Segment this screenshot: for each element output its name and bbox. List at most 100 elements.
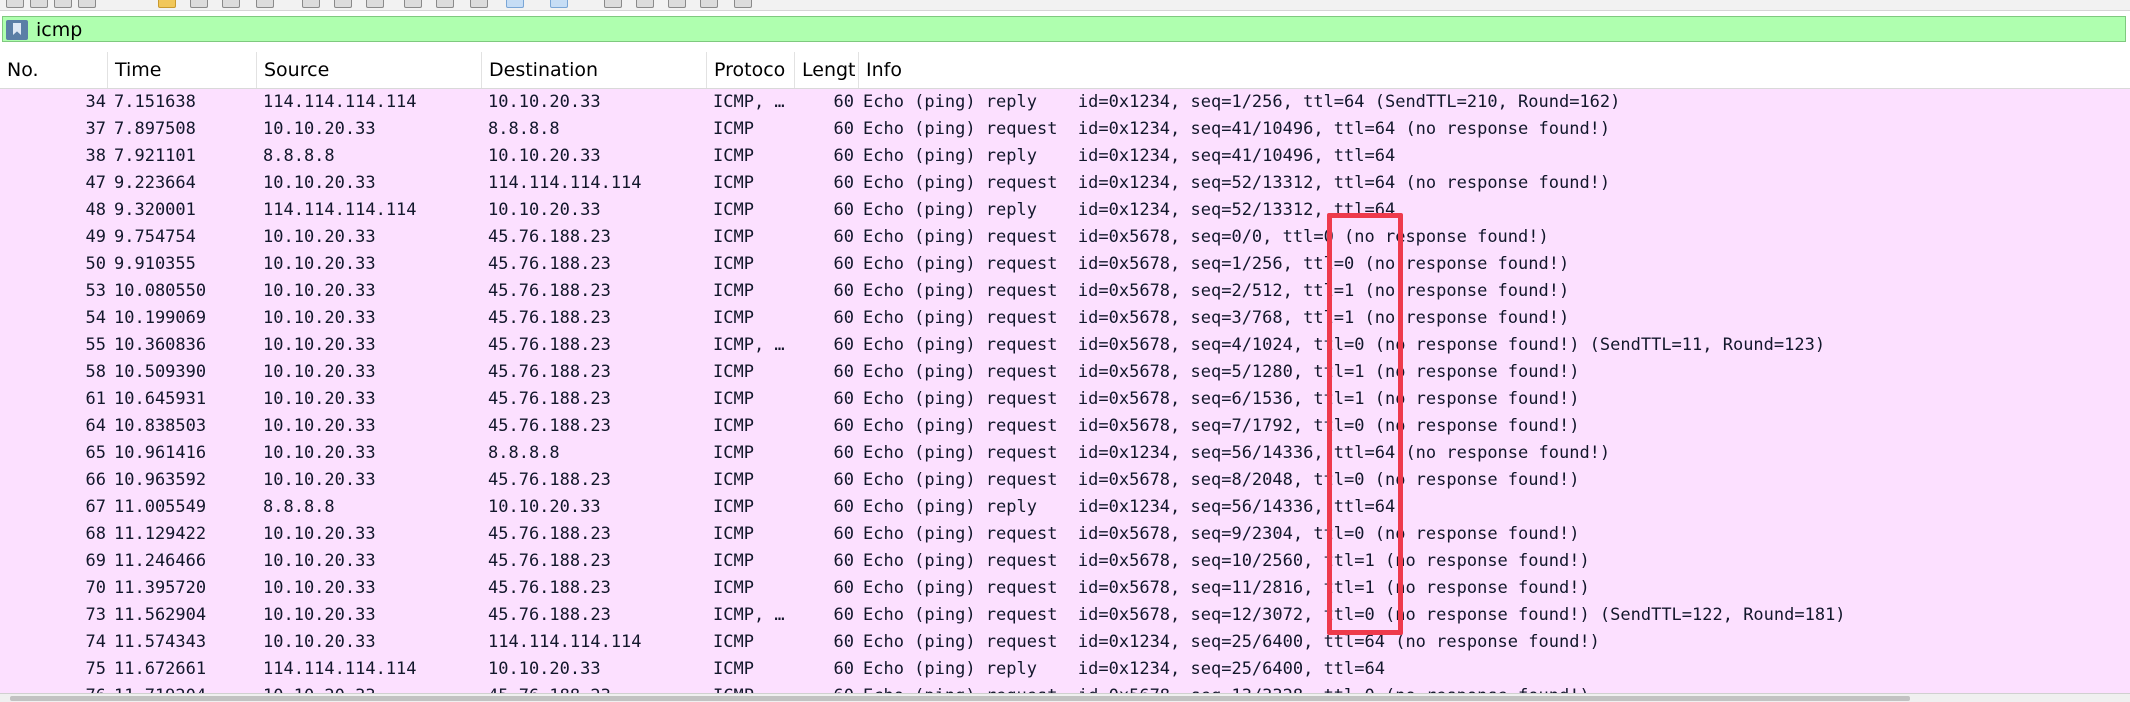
close-file-icon[interactable] — [54, 0, 72, 8]
column-header-no[interactable]: No. — [0, 52, 108, 88]
packet-number: 68 — [85, 524, 106, 544]
column-header-length[interactable]: Lengt — [795, 52, 859, 88]
packet-destination: 45.76.188.23 — [488, 551, 611, 571]
packet-destination: 45.76.188.23 — [488, 470, 611, 490]
packet-time: 11.672661 — [114, 659, 207, 679]
packet-source: 10.10.20.33 — [263, 470, 376, 490]
packet-info: Echo (ping) request id=0x1234, seq=56/14… — [863, 443, 1611, 463]
packet-number: 55 — [85, 335, 106, 355]
packet-info: Echo (ping) reply id=0x1234, seq=1/256, … — [863, 92, 1621, 112]
packet-destination: 45.76.188.23 — [488, 308, 611, 328]
packet-number: 53 — [85, 281, 106, 301]
table-row[interactable]: 61 10.645931 10.10.20.33 45.76.188.23 ICMP 60… — [0, 386, 2130, 413]
first-packet-icon[interactable] — [404, 0, 422, 8]
packet-source: 10.10.20.33 — [263, 173, 376, 193]
table-row[interactable]: 47 9.223664 10.10.20.33 114.114.114.114 ICMP… — [0, 170, 2130, 197]
packet-number: 37 — [85, 119, 106, 139]
packet-time: 10.963592 — [114, 470, 207, 490]
column-header-source[interactable]: Source — [257, 52, 482, 88]
packet-source: 10.10.20.33 — [263, 632, 376, 652]
go-forward-icon[interactable] — [334, 0, 352, 8]
packet-length: 60 — [833, 578, 854, 598]
packet-time: 10.961416 — [114, 443, 207, 463]
packet-info: Echo (ping) request id=0x1234, seq=25/64… — [863, 632, 1600, 652]
table-row[interactable]: 58 10.509390 10.10.20.33 45.76.188.23 ICMP 60… — [0, 359, 2130, 386]
table-row[interactable]: 67 11.005549 8.8.8.8 10.10.20.33 ICMP 60 Echo … — [0, 494, 2130, 521]
bookmark-icon[interactable] — [6, 20, 28, 40]
table-row[interactable]: 34 7.151638 114.114.114.114 10.10.20.33 ICMP… — [0, 89, 2130, 116]
find-icon[interactable] — [256, 0, 274, 8]
table-row[interactable]: 65 10.961416 10.10.20.33 8.8.8.8 ICMP 60 Echo … — [0, 440, 2130, 467]
autoscroll-icon[interactable] — [470, 0, 488, 8]
packet-protocol: ICMP — [713, 119, 754, 139]
table-row[interactable]: 74 11.574343 10.10.20.33 114.114.114.114 ICM… — [0, 629, 2130, 656]
display-filter-input[interactable]: icmp — [2, 16, 2126, 42]
packet-time: 7.921101 — [114, 146, 196, 166]
table-row[interactable]: 49 9.754754 10.10.20.33 45.76.188.23 ICMP 60 E… — [0, 224, 2130, 251]
save-file-icon[interactable] — [30, 0, 48, 8]
table-row[interactable]: 66 10.963592 10.10.20.33 45.76.188.23 ICMP 60… — [0, 467, 2130, 494]
column-header-protocol[interactable]: Protoco — [707, 52, 795, 88]
table-row[interactable]: 53 10.080550 10.10.20.33 45.76.188.23 ICMP 60… — [0, 278, 2130, 305]
go-back-icon[interactable] — [302, 0, 320, 8]
go-to-packet-icon[interactable] — [366, 0, 384, 8]
resize-columns-icon[interactable] — [550, 0, 568, 8]
open-file-icon[interactable] — [6, 0, 24, 8]
packet-source: 10.10.20.33 — [263, 551, 376, 571]
normal-size-icon[interactable] — [668, 0, 686, 8]
table-row[interactable]: 75 11.672661 114.114.114.114 10.10.20.33 ICM… — [0, 656, 2130, 683]
folder-icon[interactable] — [158, 0, 176, 8]
packet-protocol: ICMP — [713, 173, 754, 193]
packet-length: 60 — [833, 389, 854, 409]
packet-number: 74 — [85, 632, 106, 652]
table-row[interactable]: 37 7.897508 10.10.20.33 8.8.8.8 ICMP 60 Echo (… — [0, 116, 2130, 143]
packet-destination: 45.76.188.23 — [488, 605, 611, 625]
resize-all-icon[interactable] — [700, 0, 718, 8]
packet-number: 69 — [85, 551, 106, 571]
scrollbar-thumb[interactable] — [10, 696, 1910, 701]
packet-source: 10.10.20.33 — [263, 119, 376, 139]
table-row[interactable]: 50 9.910355 10.10.20.33 45.76.188.23 ICMP 60 E… — [0, 251, 2130, 278]
packet-number: 58 — [85, 362, 106, 382]
packet-time: 9.754754 — [114, 227, 196, 247]
colorize-icon[interactable] — [506, 0, 524, 8]
table-row[interactable]: 76 11.719204 10.10.20.33 45.76.188.23 ICMP60… — [0, 683, 2130, 693]
packet-number: 38 — [85, 146, 106, 166]
column-header-destination[interactable]: Destination — [482, 52, 707, 88]
packet-destination: 114.114.114.114 — [488, 632, 642, 652]
packet-length: 60 — [833, 200, 854, 220]
packet-time: 11.574343 — [114, 632, 207, 652]
table-row[interactable]: 48 9.320001 114.114.114.114 10.10.20.33 ICMP… — [0, 197, 2130, 224]
column-header-info[interactable]: Info — [859, 52, 2130, 88]
packet-source: 10.10.20.33 — [263, 605, 376, 625]
packet-length: 60 — [833, 146, 854, 166]
print-icon[interactable] — [222, 0, 240, 8]
packet-info: Echo (ping) request id=0x5678, seq=10/25… — [863, 551, 1590, 571]
last-packet-icon[interactable] — [436, 0, 454, 8]
table-row[interactable]: 73 11.562904 10.10.20.33 45.76.188.23 ICMP, … — [0, 602, 2130, 629]
zoom-out-icon[interactable] — [636, 0, 654, 8]
packet-length: 60 — [833, 92, 854, 112]
table-row[interactable]: 54 10.199069 10.10.20.33 45.76.188.23 ICMP 60… — [0, 305, 2130, 332]
table-row[interactable]: 68 11.129422 10.10.20.33 45.76.188.23 ICMP 60… — [0, 521, 2130, 548]
packet-length: 60 — [833, 497, 854, 517]
packet-time: 11.719204 — [114, 683, 254, 693]
table-row[interactable]: 69 11.246466 10.10.20.33 45.76.188.23 ICMP 60… — [0, 548, 2130, 575]
packet-time: 10.509390 — [114, 362, 207, 382]
packet-destination: 45.76.188.23 — [488, 416, 611, 436]
table-row[interactable]: 64 10.838503 10.10.20.33 45.76.188.23 ICMP 60… — [0, 413, 2130, 440]
export-icon[interactable] — [190, 0, 208, 8]
table-row[interactable]: 70 11.395720 10.10.20.33 45.76.188.23 ICMP 60… — [0, 575, 2130, 602]
column-header-time[interactable]: Time — [108, 52, 257, 88]
packet-length: 60 — [833, 632, 854, 652]
packet-info: Echo (ping) reply id=0x1234, seq=41/1049… — [863, 146, 1396, 166]
packet-destination: 8.8.8.8 — [488, 119, 560, 139]
packet-info: Echo (ping) request id=0x5678, seq=0/0, … — [863, 227, 1549, 247]
reload-icon[interactable] — [78, 0, 96, 8]
horizontal-scrollbar[interactable] — [0, 693, 2130, 702]
packet-info: Echo (ping) request id=0x5678, seq=11/28… — [863, 578, 1590, 598]
table-row[interactable]: 38 7.921101 8.8.8.8 10.10.20.33 ICMP 60 Echo (… — [0, 143, 2130, 170]
zoom-in-icon[interactable] — [604, 0, 622, 8]
columns-icon[interactable] — [734, 0, 752, 8]
table-row[interactable]: 55 10.360836 10.10.20.33 45.76.188.23 ICMP, … — [0, 332, 2130, 359]
